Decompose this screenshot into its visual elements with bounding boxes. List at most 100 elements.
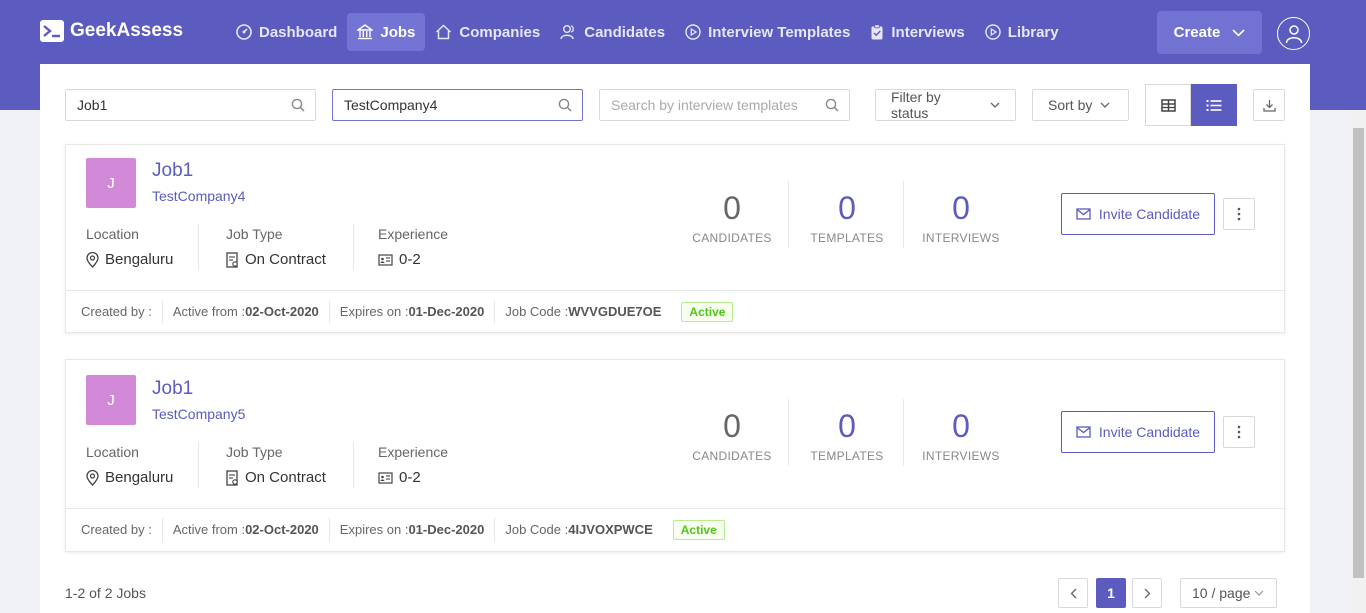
job-card[interactable]: J Job1 TestCompany4 Location Bengaluru J…	[65, 144, 1286, 333]
chevron-down-icon	[1254, 590, 1264, 596]
search-icon	[558, 98, 572, 112]
candidates-stat[interactable]: 0 CANDIDATES	[677, 408, 787, 463]
dashboard-icon	[236, 24, 252, 40]
company-search-value: TestCompany4	[344, 97, 438, 113]
nav-item-companies[interactable]: Companies	[425, 13, 550, 51]
active-from: Active from :02-Oct-2020	[163, 299, 330, 324]
nav-item-candidates[interactable]: Candidates	[550, 13, 675, 51]
logo[interactable]: GeekAssess	[40, 20, 183, 42]
list-icon	[1206, 99, 1222, 111]
page-size-value: 10 / page	[1192, 585, 1251, 601]
nav-item-library[interactable]: Library	[975, 13, 1069, 51]
invite-candidate-button[interactable]: Invite Candidate	[1061, 193, 1215, 235]
bank-icon	[357, 24, 374, 40]
status-filter-dropdown[interactable]: Filter by status	[875, 89, 1016, 121]
job-code-label: Job Code :	[505, 304, 569, 319]
templates-stat[interactable]: 0 TEMPLATES	[792, 408, 902, 463]
location-pin-icon	[86, 469, 99, 486]
user-icon	[1285, 24, 1302, 43]
nav-item-interview-templates[interactable]: Interview Templates	[675, 13, 860, 51]
next-page-button[interactable]	[1132, 578, 1162, 608]
job-code: Job Code : WVVGDUE7OE	[495, 300, 671, 324]
pagination-summary: 1-2 of 2 Jobs	[65, 585, 146, 601]
clipboard-icon	[871, 24, 883, 40]
job-location: Location Bengaluru	[86, 444, 173, 486]
more-options-button[interactable]	[1223, 416, 1255, 448]
job-experience: Experience 0-2	[378, 444, 448, 486]
interviews-stat[interactable]: 0 INTERVIEWS	[906, 190, 1016, 245]
table-icon	[1160, 98, 1176, 112]
templates-stat[interactable]: 0 TEMPLATES	[792, 190, 902, 245]
job-title[interactable]: Job1	[152, 378, 193, 400]
sort-dropdown[interactable]: Sort by	[1032, 89, 1129, 121]
expires-value: 01-Dec-2020	[408, 304, 485, 319]
job-company[interactable]: TestCompany4	[152, 188, 245, 204]
job-search-input[interactable]: Job1	[65, 89, 316, 121]
page-size-select[interactable]: 10 / page	[1180, 578, 1277, 608]
expires-label: Expires on :	[339, 522, 409, 537]
list-view-button[interactable]	[1191, 84, 1237, 126]
divider	[788, 181, 789, 248]
active-from-label: Active from :	[172, 304, 246, 319]
nav-item-interviews[interactable]: Interviews	[860, 13, 974, 51]
job-avatar: J	[86, 375, 136, 425]
interviews-count: 0	[952, 190, 970, 226]
nav-item-jobs[interactable]: Jobs	[347, 13, 426, 51]
interviews-caption: INTERVIEWS	[922, 231, 1000, 245]
divider	[198, 224, 199, 270]
create-label: Create	[1173, 24, 1221, 41]
templates-caption: TEMPLATES	[810, 449, 884, 463]
job-avatar: J	[86, 158, 136, 208]
nav-item-dashboard[interactable]: Dashboard	[226, 13, 347, 51]
divider	[903, 181, 904, 248]
company-search-input[interactable]: TestCompany4	[332, 89, 583, 121]
template-search-input[interactable]: Search by interview templates	[599, 89, 850, 121]
search-icon	[825, 98, 839, 112]
grid-view-button[interactable]	[1145, 84, 1191, 126]
job-card-footer: Created by : Active from :02-Oct-2020 Ex…	[66, 290, 1286, 332]
created-by: Created by :	[81, 517, 163, 542]
chevron-down-icon	[1100, 102, 1110, 108]
job-type: Job Type On Contract	[226, 444, 326, 486]
download-button[interactable]	[1253, 89, 1285, 121]
nav-item-label: Interviews	[891, 23, 965, 41]
nav-item-label: Dashboard	[259, 23, 338, 41]
more-vertical-icon	[1237, 425, 1241, 439]
scrollbar-thumb[interactable]	[1353, 128, 1364, 578]
scrollbar[interactable]	[1351, 110, 1366, 613]
job-card[interactable]: J Job1 TestCompany5 Location Bengaluru J…	[65, 359, 1286, 552]
invite-candidate-button[interactable]: Invite Candidate	[1061, 411, 1215, 453]
job-type-label: Job Type	[226, 226, 283, 242]
nav-menu: Dashboard Jobs Companies Candidates Inte…	[226, 13, 1069, 51]
id-card-icon	[378, 253, 393, 266]
candidates-stat[interactable]: 0 CANDIDATES	[677, 190, 787, 245]
create-button[interactable]: Create	[1157, 11, 1262, 54]
job-company[interactable]: TestCompany5	[152, 406, 245, 422]
sort-label: Sort by	[1048, 97, 1093, 113]
templates-caption: TEMPLATES	[810, 231, 884, 245]
expires-on: Expires on :01-Dec-2020	[330, 517, 496, 542]
users-icon	[560, 25, 575, 40]
experience-label: Experience	[378, 444, 449, 460]
job-search-value: Job1	[77, 97, 108, 113]
chevron-left-icon	[1070, 588, 1076, 598]
user-avatar-button[interactable]	[1277, 17, 1310, 50]
brand-name: GeekAssess	[70, 20, 184, 41]
expires-value: 01-Dec-2020	[408, 522, 485, 537]
experience-value: 0-2	[399, 469, 421, 486]
job-title[interactable]: Job1	[152, 160, 193, 182]
job-code-label: Job Code :	[505, 522, 569, 537]
template-search-placeholder: Search by interview templates	[611, 97, 798, 113]
candidates-count: 0	[723, 408, 741, 444]
divider	[353, 442, 354, 488]
divider	[198, 442, 199, 488]
prev-page-button[interactable]	[1058, 578, 1088, 608]
search-icon	[291, 98, 305, 112]
more-options-button[interactable]	[1223, 198, 1255, 230]
divider	[903, 399, 904, 466]
nav-item-label: Jobs	[380, 23, 416, 41]
invite-label: Invite Candidate	[1098, 424, 1201, 440]
job-code-value: 4IJVOXPWCE	[568, 522, 653, 537]
page-button-current[interactable]: 1	[1096, 578, 1126, 608]
interviews-stat[interactable]: 0 INTERVIEWS	[906, 408, 1016, 463]
